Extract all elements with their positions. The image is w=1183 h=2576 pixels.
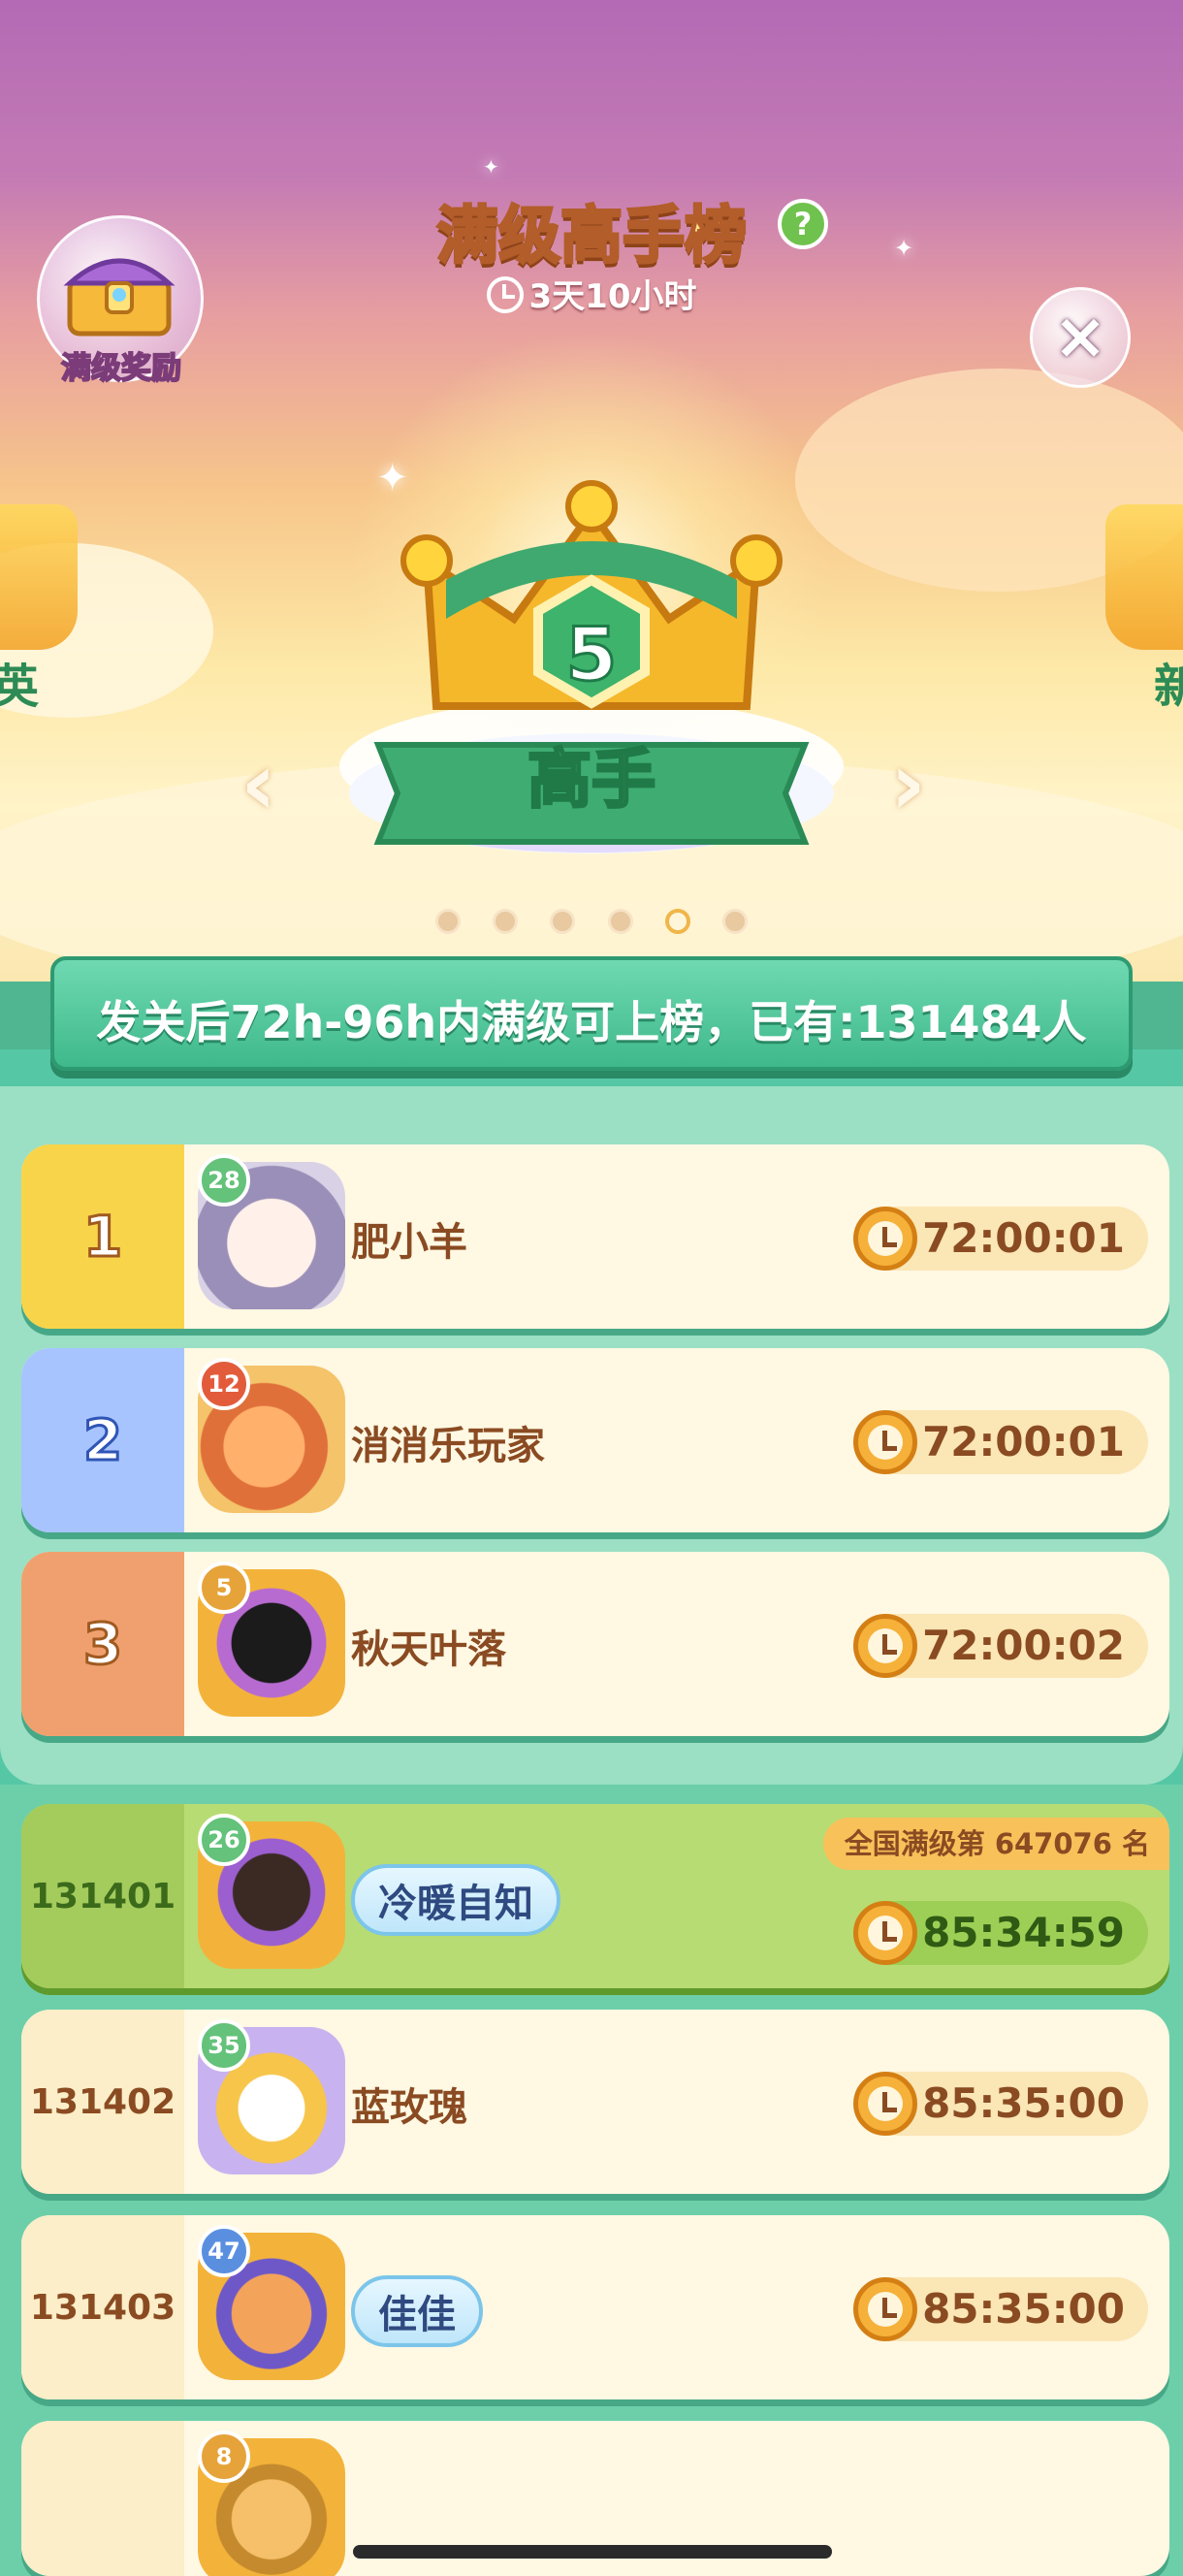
next-tier-label: 新 <box>1154 660 1183 714</box>
my-leaderboard-row[interactable]: 131401 26 冷暖自知 全国满级第 647076 名 85:34:59 <box>21 1804 1169 1988</box>
page-dot[interactable] <box>550 909 576 934</box>
finish-time: 72:00:01 <box>853 1207 1148 1271</box>
finish-time: 85:35:00 <box>853 2277 1148 2341</box>
level-badge: 28 <box>198 1154 250 1207</box>
reward-label: 满级奖励 <box>60 350 182 387</box>
tier-number: 5 <box>564 610 619 699</box>
player-name: 冷暖自知 <box>351 1864 560 1936</box>
page-dot[interactable] <box>435 909 462 934</box>
player-name: 消消乐玩家 <box>351 1424 545 1468</box>
level-badge: 47 <box>198 2225 250 2277</box>
clock-icon <box>853 1901 917 1965</box>
level-badge: 26 <box>198 1814 250 1866</box>
player-name: 秋天叶落 <box>351 1627 506 1672</box>
level-badge: 35 <box>198 2019 250 2072</box>
help-icon[interactable]: ? <box>778 199 828 249</box>
leaderboard-row-2[interactable]: 2 12 消消乐玩家 72:00:01 <box>21 1348 1169 1532</box>
finish-time-text: 72:00:02 <box>922 1622 1125 1669</box>
carousel-pagination <box>0 909 1183 938</box>
rank-cell: 1 <box>21 1144 184 1329</box>
finish-time-text: 85:35:00 <box>922 2285 1125 2333</box>
level-badge: 12 <box>198 1358 250 1410</box>
finish-time-text: 72:00:01 <box>922 1214 1125 1262</box>
player-name: 肥小羊 <box>351 1220 467 1265</box>
home-indicator[interactable] <box>353 2545 832 2559</box>
next-tier-crown[interactable] <box>1105 504 1183 650</box>
finish-time: 72:00:02 <box>853 1614 1148 1678</box>
leaderboard-row[interactable]: 131403 47 佳佳 85:35:00 <box>21 2215 1169 2399</box>
close-button[interactable]: × <box>1030 287 1131 388</box>
leaderboard-row-3[interactable]: 3 5 秋天叶落 72:00:02 <box>21 1552 1169 1736</box>
finish-time: 85:35:00 <box>853 2072 1148 2136</box>
tier-name: 高手 <box>527 741 657 819</box>
rank-cell: 2 <box>21 1348 184 1532</box>
prev-tier-crown[interactable] <box>0 504 78 650</box>
clock-icon <box>853 2072 917 2136</box>
player-name: 蓝玫瑰 <box>351 2085 467 2130</box>
banner-text: 发关后72h-96h内满级可上榜，已有:131484人 <box>96 996 1087 1048</box>
clock-icon <box>853 1207 917 1271</box>
clock-icon <box>486 276 524 313</box>
finish-time: 72:00:01 <box>853 1410 1148 1474</box>
page-dot-active[interactable] <box>664 909 690 934</box>
level-badge: 8 <box>198 2431 250 2483</box>
level-badge: 5 <box>198 1562 250 1614</box>
rank-cell: 3 <box>21 1552 184 1736</box>
prev-tier-arrow[interactable]: ‹ <box>240 733 276 835</box>
leaderboard-row[interactable]: 131402 35 蓝玫瑰 85:35:00 <box>21 2010 1169 2194</box>
sparkle-icon: ✦ <box>483 155 499 178</box>
prev-tier-label: 英 <box>0 660 40 714</box>
player-name: 佳佳 <box>351 2275 483 2347</box>
rank-cell: 131401 <box>21 1804 184 1988</box>
clock-icon <box>853 2277 917 2341</box>
national-rank-badge: 全国满级第 647076 名 <box>822 1818 1169 1870</box>
finish-time: 85:34:59 <box>853 1901 1148 1965</box>
clock-icon <box>853 1410 917 1474</box>
page-dot[interactable] <box>607 909 633 934</box>
countdown-text: 3天10小时 <box>528 277 697 316</box>
page-dot[interactable] <box>721 909 748 934</box>
finish-time-text: 72:00:01 <box>922 1418 1125 1465</box>
rank-cell <box>21 2421 184 2576</box>
finish-time-text: 85:35:00 <box>922 2079 1125 2127</box>
finish-time-text: 85:34:59 <box>922 1909 1125 1956</box>
rank-cell: 131402 <box>21 2010 184 2194</box>
leaderboard-row-1[interactable]: 1 28 肥小羊 72:00:01 <box>21 1144 1169 1329</box>
hero-banner: ✦ ✦ ✦ 英 新 5 高手 ‹ › <box>0 0 1183 984</box>
clock-icon <box>853 1614 917 1678</box>
rank-cell: 131403 <box>21 2215 184 2399</box>
treasure-chest-icon <box>63 258 176 337</box>
next-tier-arrow[interactable]: › <box>890 733 926 835</box>
page-dot[interactable] <box>493 909 519 934</box>
